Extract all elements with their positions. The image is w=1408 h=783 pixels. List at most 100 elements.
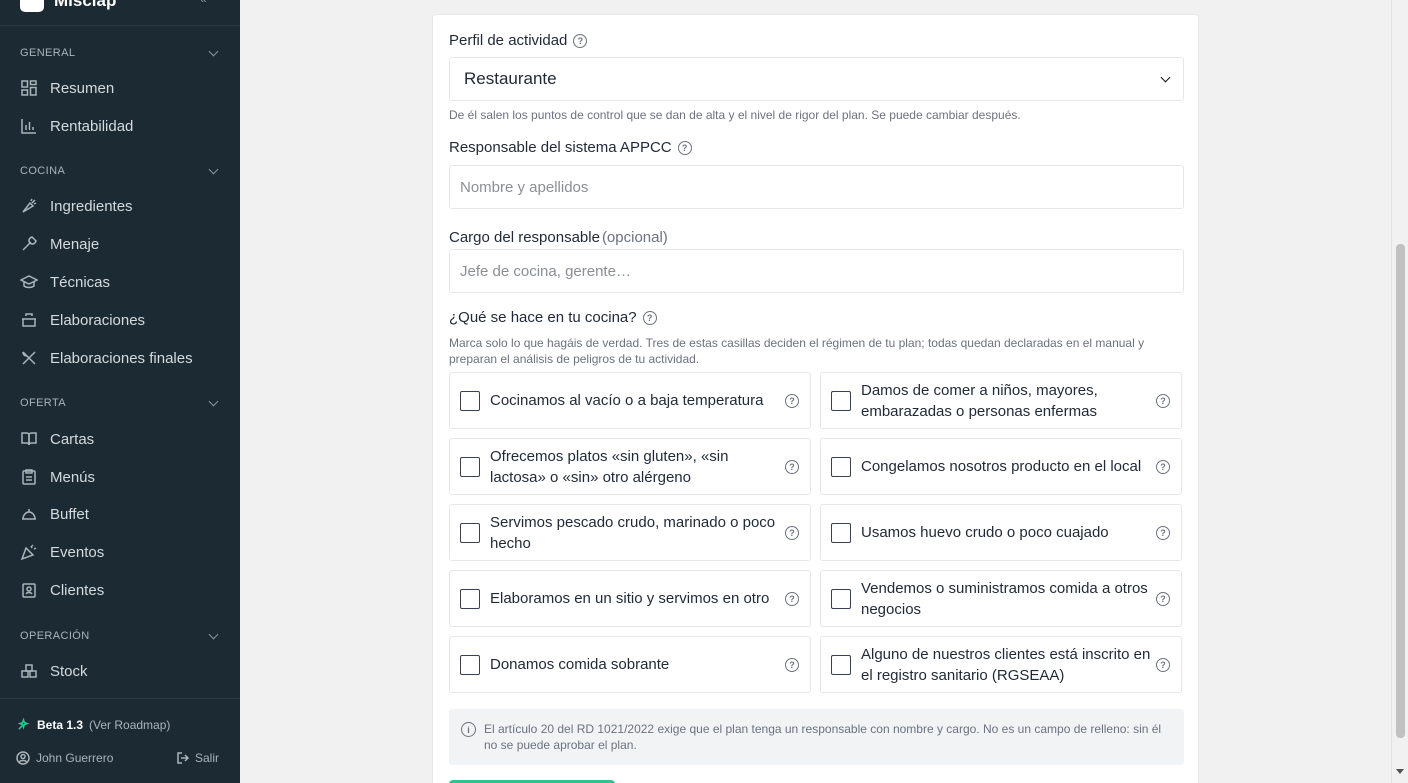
option-suministro-negocios[interactable]: Vendemos o suministramos comida a otros … [820, 570, 1182, 627]
user-profile[interactable]: John Guerrero [16, 751, 113, 765]
sidebar-item-menus[interactable]: Menús [20, 462, 230, 492]
option-congelamos[interactable]: Congelamos nosotros producto en el local… [820, 438, 1182, 495]
sidebar-item-tecnicas[interactable]: Técnicas [20, 267, 230, 297]
option-huevo-crudo[interactable]: Usamos huevo crudo o poco cuajado ? [820, 504, 1182, 561]
sidebar-footer: Beta 1.3 (Ver Roadmap) John Guerrero Sal… [0, 698, 240, 783]
checkbox[interactable] [831, 522, 851, 543]
responsable-placeholder: Nombre y apellidos [460, 178, 589, 196]
sidebar-item-elaboraciones-finales[interactable]: Elaboraciones finales [20, 343, 230, 373]
option-grupos-vulnerables[interactable]: Damos de comer a niños, mayores, embaraz… [820, 372, 1182, 429]
logout-label: Salir [195, 751, 220, 765]
sidebar-item-resumen[interactable]: Resumen [20, 73, 230, 103]
sidebar-item-label: Elaboraciones finales [50, 349, 193, 367]
checkbox[interactable] [460, 522, 480, 543]
logout-button[interactable]: Salir [176, 751, 219, 765]
section-oferta[interactable]: OFERTA [20, 396, 220, 409]
option-pescado-crudo[interactable]: Servimos pescado crudo, marinado o poco … [449, 504, 811, 561]
option-rgseaa[interactable]: Alguno de nuestros clientes está inscrit… [820, 636, 1182, 693]
option-label: Usamos huevo crudo o poco cuajado [861, 524, 1109, 541]
option-label: Congelamos nosotros producto en el local [861, 458, 1142, 475]
version-label: Beta 1.3 [37, 717, 84, 732]
sidebar-item-label: Rentabilidad [50, 117, 134, 135]
help-icon[interactable]: ? [1156, 393, 1170, 408]
option-donamos[interactable]: Donamos comida sobrante ? [449, 636, 811, 693]
responsable-label-text: Responsable del sistema APPCC [449, 139, 672, 156]
chevron-down-icon [208, 629, 219, 639]
cargo-input[interactable]: Jefe de cocina, gerente… [449, 249, 1184, 293]
help-icon[interactable]: ? [573, 33, 588, 48]
chevron-down-icon [1160, 72, 1171, 82]
help-icon[interactable]: ? [785, 525, 799, 540]
checkbox[interactable] [831, 456, 851, 477]
option-label: Vendemos o suministramos comida a otros … [861, 579, 1148, 618]
section-title: OFERTA [20, 397, 66, 409]
sidebar-item-label: Stock [50, 662, 88, 680]
help-icon[interactable]: ? [785, 657, 799, 672]
help-icon[interactable]: ? [785, 393, 799, 408]
cocina-hint: Marca solo lo que hagáis de verdad. Tres… [449, 336, 1145, 366]
checkbox[interactable] [460, 654, 480, 675]
section-cocina[interactable]: COCINA [20, 164, 220, 177]
responsable-input[interactable]: Nombre y apellidos [449, 165, 1184, 209]
checkbox[interactable] [831, 654, 851, 675]
roadmap-link[interactable]: (Ver Roadmap) [89, 718, 170, 732]
perfil-hint: De él salen los puntos de control que se… [449, 108, 1021, 122]
checkbox[interactable] [460, 456, 480, 477]
graduation-cap-icon [20, 273, 38, 291]
sidebar-item-label: Clientes [50, 581, 105, 599]
sidebar-item-buffet[interactable]: Buffet [20, 499, 230, 529]
brand-logo [20, 0, 44, 12]
section-operacion[interactable]: OPERACIÓN [20, 629, 220, 642]
chevron-down-icon [208, 164, 219, 174]
checkbox[interactable] [831, 588, 851, 609]
brand[interactable]: Misclap [20, 0, 116, 14]
sidebar-item-label: Técnicas [50, 273, 111, 291]
version-badge[interactable]: Beta 1.3 (Ver Roadmap) [16, 717, 170, 732]
chevron-down-icon [208, 396, 219, 406]
sidebar-item-label: Elaboraciones [50, 311, 146, 329]
info-icon: i [461, 722, 476, 737]
chevron-down-icon [208, 46, 219, 56]
sidebar-item-eventos[interactable]: Eventos [20, 537, 230, 567]
sidebar-item-elaboraciones[interactable]: Elaboraciones [20, 305, 230, 335]
sidebar-item-cartas[interactable]: Cartas [20, 424, 230, 454]
sidebar-item-label: Menús [50, 468, 96, 486]
page-scrollbar[interactable] [1391, 0, 1408, 783]
checkbox[interactable] [460, 390, 480, 411]
collapse-sidebar-icon[interactable]: « [200, 0, 207, 6]
brand-name: Misclap [54, 0, 117, 10]
help-icon[interactable]: ? [785, 459, 799, 474]
sidebar-item-ingredientes[interactable]: Ingredientes [20, 191, 230, 221]
option-label: Cocinamos al vacío o a baja temperatura [490, 392, 764, 409]
sidebar-item-clientes[interactable]: Clientes [20, 575, 230, 605]
cooking-pot-icon [20, 311, 38, 329]
help-icon[interactable]: ? [1156, 459, 1170, 474]
perfil-label-text: Perfil de actividad [449, 32, 568, 49]
perfil-select[interactable]: Restaurante [449, 57, 1184, 101]
help-icon[interactable]: ? [1156, 591, 1170, 606]
option-sin-alergenos[interactable]: Ofrecemos platos «sin gluten», «sin lact… [449, 438, 811, 495]
scrollbar-thumb[interactable] [1396, 244, 1405, 738]
sidebar-item-rentabilidad[interactable]: Rentabilidad [20, 111, 230, 141]
section-title: GENERAL [20, 47, 76, 59]
clipboard-icon [20, 468, 38, 486]
sidebar-item-label: Resumen [50, 79, 115, 97]
checkbox[interactable] [460, 588, 480, 609]
option-label: Elaboramos en un sitio y servimos en otr… [490, 590, 770, 607]
section-title: OPERACIÓN [20, 630, 90, 642]
checkbox[interactable] [831, 390, 851, 411]
option-elaboracion-otro-sitio[interactable]: Elaboramos en un sitio y servimos en otr… [449, 570, 811, 627]
help-icon[interactable]: ? [1156, 525, 1170, 540]
scroll-down-arrow-icon[interactable] [1396, 769, 1404, 774]
appcc-form-card: Perfil de actividad ? Restaurante De él … [432, 14, 1199, 783]
section-general[interactable]: GENERAL [20, 46, 220, 59]
help-icon[interactable]: ? [1156, 657, 1170, 672]
option-label: Alguno de nuestros clientes está inscrit… [861, 645, 1151, 684]
help-icon[interactable]: ? [785, 591, 799, 606]
help-icon[interactable]: ? [642, 310, 657, 325]
carrot-icon [20, 197, 38, 215]
option-vacio[interactable]: Cocinamos al vacío o a baja temperatura … [449, 372, 811, 429]
sidebar-item-menaje[interactable]: Menaje [20, 229, 230, 259]
sidebar-item-stock[interactable]: Stock [20, 656, 230, 686]
help-icon[interactable]: ? [677, 140, 692, 155]
